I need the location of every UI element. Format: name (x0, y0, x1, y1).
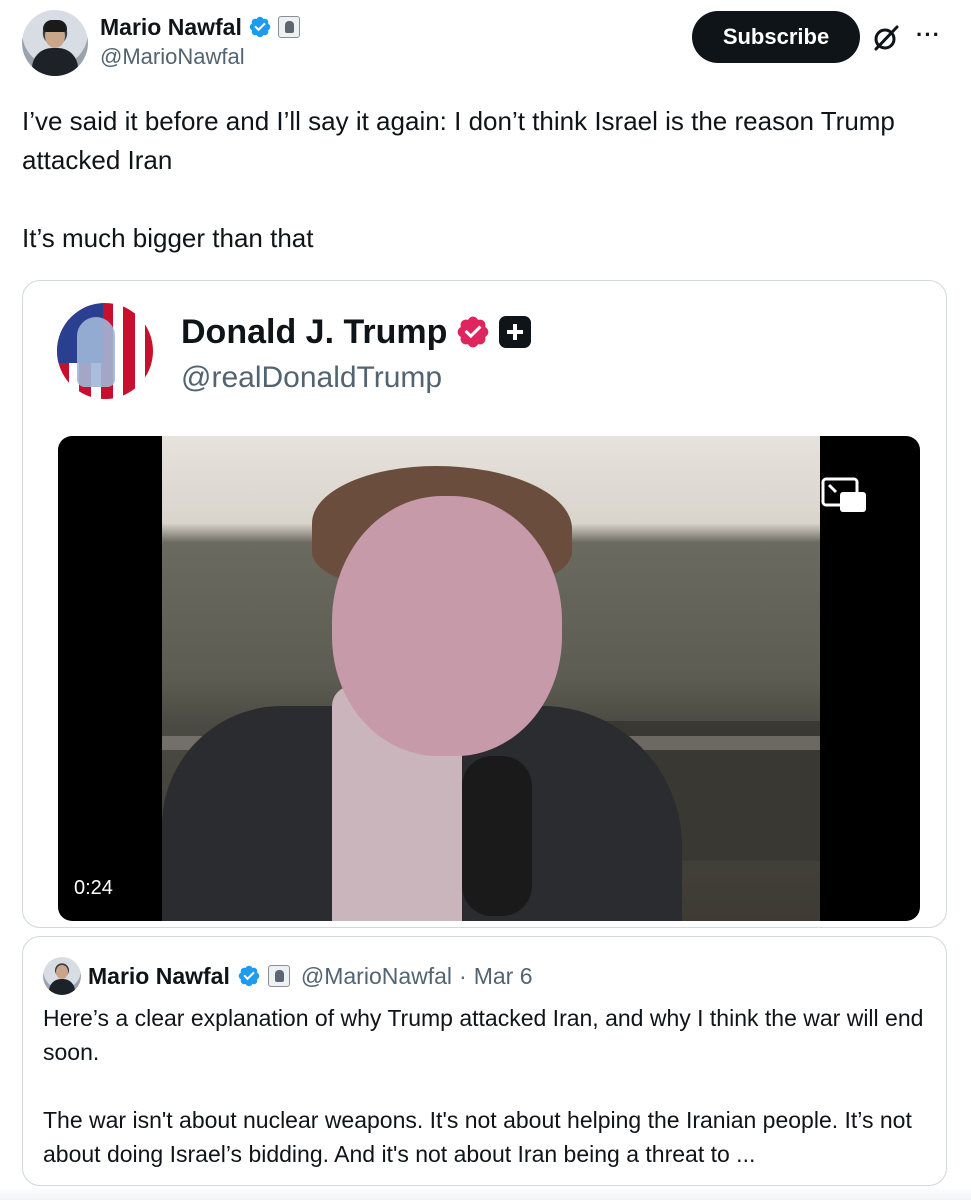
quoted-author-handle[interactable]: @MarioNawfal (301, 963, 452, 990)
quoted-paragraph-1: Here’s a clear explanation of why Trump … (43, 1005, 924, 1065)
avatar-face (56, 965, 68, 979)
video-player[interactable]: 0:24 (58, 436, 920, 921)
quoted-tweet-text: Here’s a clear explanation of why Trump … (43, 1001, 933, 1171)
embedded-author-avatar (57, 303, 153, 399)
embedded-author-handle: @realDonaldTrump (181, 361, 443, 394)
verified-badge-icon (249, 16, 271, 38)
picture-in-picture-icon[interactable] (820, 476, 870, 516)
quoted-tweet[interactable]: Mario Nawfal @MarioNawfal · Mar 6 Here’s… (22, 936, 947, 1186)
tweet-paragraph-2: It’s much bigger than that (22, 223, 314, 253)
subscribe-button[interactable]: Subscribe (692, 11, 860, 63)
verified-badge-icon (238, 965, 260, 987)
bottom-edge (0, 1186, 971, 1200)
tweet-header: Mario Nawfal @MarioNawfal Subscribe ··· (22, 10, 952, 80)
video-duration: 0:24 (66, 873, 121, 904)
verified-badge-icon (457, 316, 489, 348)
media-card[interactable]: Donald J. Trump @realDonaldTrump 0:24 (22, 280, 947, 928)
quoted-author-avatar[interactable] (43, 957, 81, 995)
quoted-tweet-date[interactable]: Mar 6 (474, 963, 533, 990)
grok-icon[interactable] (870, 22, 902, 54)
plus-icon (499, 316, 532, 348)
tweet-paragraph-1: I’ve said it before and I’ll say it agai… (22, 106, 895, 175)
author-avatar[interactable] (22, 10, 88, 76)
statue-figure (77, 317, 115, 387)
quoted-author-name[interactable]: Mario Nawfal (88, 963, 230, 990)
quoted-paragraph-2: The war isn't about nuclear weapons. It'… (43, 1107, 912, 1167)
more-options-icon[interactable]: ··· (916, 22, 941, 48)
avatar-hair (43, 20, 67, 32)
author-name-row: Mario Nawfal (100, 12, 300, 42)
embedded-author-info: Donald J. Trump @realDonaldTrump (181, 309, 532, 395)
embedded-name-row: Donald J. Trump (181, 309, 532, 355)
author-info: Mario Nawfal @MarioNawfal (100, 12, 300, 70)
avatar-suit (32, 48, 78, 76)
separator-dot: · (459, 962, 467, 989)
author-name[interactable]: Mario Nawfal (100, 14, 242, 41)
affiliate-badge-icon (267, 965, 290, 987)
affiliate-badge-icon (277, 16, 300, 38)
quoted-tweet-header: Mario Nawfal @MarioNawfal · Mar 6 (43, 957, 533, 995)
video-microphone (462, 756, 532, 916)
video-person-head (332, 496, 562, 756)
author-handle[interactable]: @MarioNawfal (100, 44, 300, 70)
embedded-author-name: Donald J. Trump (181, 312, 448, 351)
video-frame (162, 436, 820, 921)
avatar-suit (49, 979, 75, 995)
tweet-text: I’ve said it before and I’ll say it agai… (22, 102, 942, 258)
